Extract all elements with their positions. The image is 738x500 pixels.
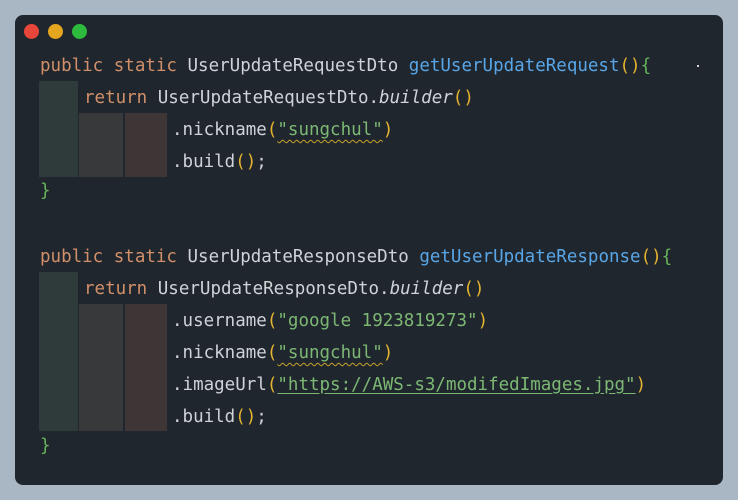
parens: (): [235, 407, 257, 427]
semicolon: ;: [256, 152, 267, 172]
parens: (): [452, 88, 474, 108]
close-brace: }: [40, 181, 51, 201]
paren-open: (: [266, 375, 278, 395]
paren-close: ): [382, 120, 394, 140]
method-name: getUserUpdateRequest: [408, 56, 620, 76]
parens: (): [619, 56, 641, 76]
builder-class: UserUpdateRequestDto.: [157, 88, 380, 108]
code-line[interactable]: public static UserUpdateRequestDto getUs…: [40, 54, 651, 78]
string-literal: "sungchul": [277, 120, 383, 140]
paren-open: (: [266, 120, 278, 140]
parens: (): [640, 247, 662, 267]
code-window: public static UserUpdateRequestDto getUs…: [15, 15, 723, 485]
open-brace: {: [661, 247, 673, 267]
indent-guide: [39, 272, 78, 431]
code-line[interactable]: .build();: [172, 405, 267, 429]
string-literal: "google 1923819273": [277, 311, 478, 331]
paren-open: (: [266, 343, 278, 363]
parens: (): [235, 152, 257, 172]
paren-close: ): [635, 375, 647, 395]
code-line[interactable]: }: [40, 434, 51, 458]
method-name: getUserUpdateResponse: [419, 247, 641, 267]
minimize-window-button[interactable]: [48, 24, 63, 39]
chain-method: .nickname: [172, 343, 267, 363]
close-window-button[interactable]: [24, 24, 39, 39]
indent-guide: [125, 304, 167, 431]
close-brace: }: [40, 436, 51, 456]
code-line[interactable]: return UserUpdateResponseDto.builder(): [84, 277, 484, 301]
chain-method: .build: [172, 152, 236, 172]
return-keyword: return: [84, 279, 148, 299]
code-line[interactable]: .nickname("sungchul"): [172, 118, 393, 142]
paren-open: (: [266, 311, 278, 331]
string-literal: "sungchul": [277, 343, 383, 363]
parens: (): [463, 279, 485, 299]
chain-method: .username: [172, 311, 267, 331]
code-line[interactable]: return UserUpdateRequestDto.builder(): [84, 86, 474, 110]
indent-guide: [125, 113, 167, 177]
keyword: public static: [40, 56, 177, 76]
chain-method: .nickname: [172, 120, 267, 140]
code-line[interactable]: }: [40, 179, 51, 203]
keyword: public static: [40, 247, 177, 267]
open-brace: {: [640, 56, 652, 76]
code-line[interactable]: public static UserUpdateResponseDto getU…: [40, 245, 672, 269]
code-line[interactable]: .nickname("sungchul"): [172, 341, 393, 365]
return-type: UserUpdateRequestDto: [187, 56, 399, 76]
builder-call: builder: [389, 279, 464, 299]
return-keyword: return: [84, 88, 148, 108]
code-line[interactable]: .username("google 1923819273"): [172, 309, 488, 333]
paren-close: ): [477, 311, 489, 331]
url-string-literal[interactable]: "https://AWS-s3/modifedImages.jpg": [277, 375, 635, 395]
code-line[interactable]: .build();: [172, 150, 267, 174]
maximize-window-button[interactable]: [72, 24, 87, 39]
caret-marker: [697, 65, 699, 67]
builder-call: builder: [379, 88, 453, 108]
builder-class: UserUpdateResponseDto.: [157, 279, 390, 299]
semicolon: ;: [256, 407, 267, 427]
chain-method: .imageUrl: [172, 375, 267, 395]
indent-guide: [39, 81, 78, 177]
code-line[interactable]: .imageUrl("https://AWS-s3/modifedImages.…: [172, 373, 646, 397]
return-type: UserUpdateResponseDto: [187, 247, 409, 267]
paren-close: ): [382, 343, 394, 363]
indent-guide: [79, 304, 123, 431]
indent-guide: [79, 113, 123, 177]
chain-method: .build: [172, 407, 236, 427]
